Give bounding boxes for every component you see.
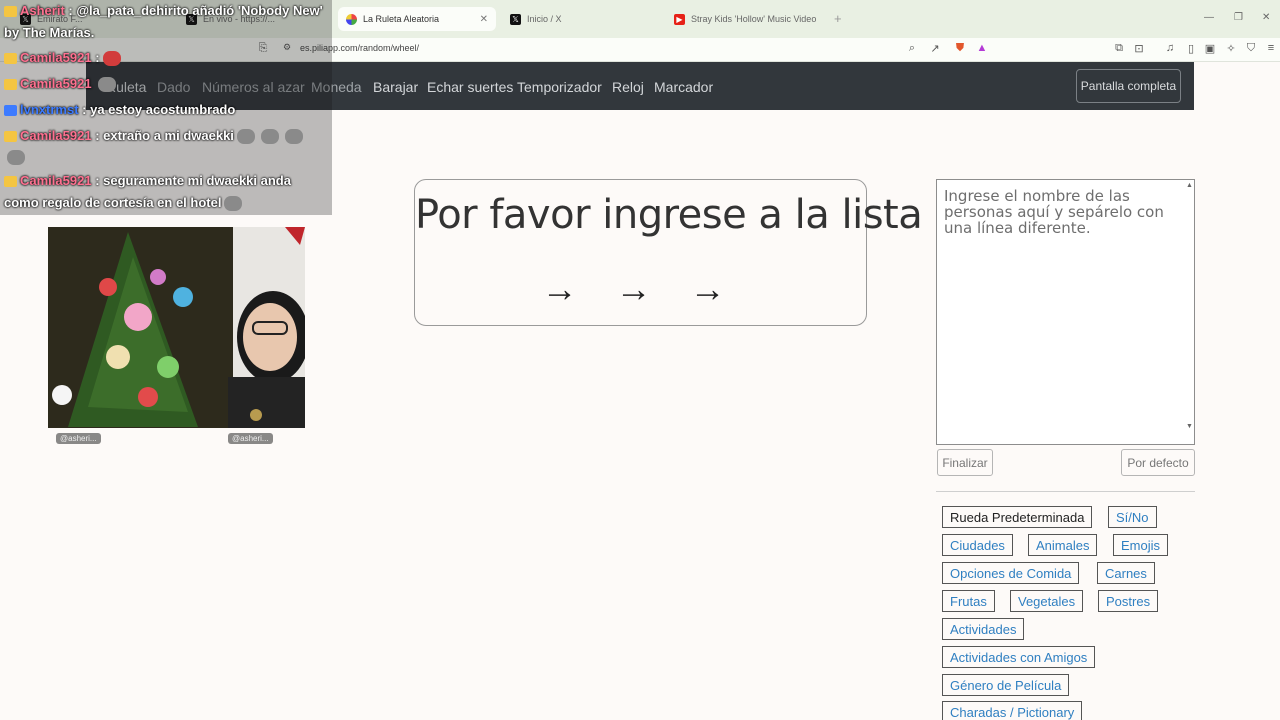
sidebar-icon[interactable]: ▯ [1184,42,1198,55]
social-tag-text: @asheri... [60,434,97,443]
preset-charades[interactable]: Charadas / Pictionary [942,701,1083,720]
emote-icon [102,51,121,67]
nav-marcador[interactable]: Marcador [654,79,713,95]
default-button[interactable]: Por defecto [1121,449,1195,476]
share-icon[interactable]: ↗ [928,42,942,55]
chat-text: : @la_pata_dehirito añadió 'Nobody New' [68,3,323,18]
subscriber-badge-icon [4,176,17,188]
vpn-icon[interactable]: ⛉ [1244,42,1258,55]
screenshot-icon[interactable]: ⊡ [1132,42,1146,55]
chat-message: Asherit : @la_pata_dehirito añadió 'Nobo… [4,0,323,22]
close-window-icon[interactable]: ✕ [1262,12,1270,23]
webcam-feed [48,227,305,428]
browser-tab[interactable]: ▶ Stray Kids 'Hollow' Music Video [666,7,826,31]
tab-label: La Ruleta Aleatoria [363,14,440,24]
browser-tab[interactable]: 𝕏 Inicio / X [502,7,662,31]
emote-icon [284,129,303,145]
finish-button[interactable]: Finalizar [937,449,993,476]
preset-movie-genre[interactable]: Género de Película [942,674,1070,696]
chat-message: Camila5921 : [4,47,124,69]
wheel-icon [346,13,357,25]
chat-message-cont [4,146,28,168]
preset-meats[interactable]: Carnes [1097,562,1155,584]
preset-animals[interactable]: Animales [1028,534,1098,556]
wallet-icon[interactable]: ▣ [1203,42,1217,55]
preset-yes-no[interactable]: Sí/No [1108,506,1157,528]
mod-badge-icon [4,105,17,117]
youtube-icon: ▶ [674,13,685,25]
nav-temporizador[interactable]: Temporizador [517,79,602,95]
chat-text: : [95,50,100,65]
emote-icon [224,196,243,212]
chat-username: Camila5921 [20,173,92,188]
preset-food-options[interactable]: Opciones de Comida [942,562,1080,584]
browser-tab-active[interactable]: La Ruleta Aleatoria ✕ [338,7,496,31]
extensions-icon[interactable]: ⧉ [1112,42,1126,55]
chat-username: Camila5921 [20,128,92,143]
preset-cities[interactable]: Ciudades [942,534,1013,556]
subscriber-badge-icon [4,79,17,91]
chat-message: Camila5921 : extraño a mi dwaekki [4,125,306,147]
restore-icon[interactable]: ❐ [1234,12,1243,23]
chat-text: : extraño a mi dwaekki [95,128,234,143]
chat-message-cont: como regalo de cortesía en el hotel [4,192,245,214]
subscriber-badge-icon [4,53,17,65]
tab-label: Stray Kids 'Hollow' Music Video [691,14,817,24]
prompt-title: Por favor ingrese a la lista [415,192,923,238]
social-tag: @asheri... [56,433,101,444]
chat-text: como regalo de cortesía en el hotel [4,195,222,210]
chat-username: Camila5921 [20,76,92,91]
preset-desserts[interactable]: Postres [1098,590,1159,612]
chat-text: : ya estoy acostumbrado [82,102,236,117]
chat-message-cont: by The Marías. [4,25,95,40]
preset-vegetables[interactable]: Vegetales [1010,590,1084,612]
chat-username: Camila5921 [20,50,92,65]
preset-default-wheel[interactable]: Rueda Predeterminada [942,506,1093,528]
preset-activities-friends[interactable]: Actividades con Amigos [942,646,1096,668]
nav-barajar[interactable]: Barajar [373,79,418,95]
chat-message: Camila5921 [4,73,119,95]
divider [936,491,1195,492]
close-tab-icon[interactable]: ✕ [480,14,488,25]
social-tag-text: @asheri... [232,434,269,443]
scroll-up-icon[interactable]: ▲ [1186,182,1193,189]
rewards-icon[interactable]: ▲ [975,42,989,54]
prompt-arrows: → → → [541,268,740,309]
chat-message: Camila5921 : seguramente mi dwaekki anda [4,170,291,192]
leo-icon[interactable]: ✧ [1224,42,1238,55]
subscriber-badge-icon [4,6,17,18]
emote-icon [236,129,255,145]
preset-emojis[interactable]: Emojis [1113,534,1169,556]
social-tag: @asheri... [228,433,273,444]
chat-text: : seguramente mi dwaekki anda [95,173,291,188]
zoom-icon[interactable]: ⌕ [905,42,919,55]
tab-label: Inicio / X [527,14,562,24]
scroll-down-icon[interactable]: ▼ [1186,423,1193,430]
brave-shield-icon[interactable]: ⛊ [953,42,967,55]
nav-reloj[interactable]: Reloj [612,79,644,95]
nav-echar-suertes[interactable]: Echar suertes [427,79,513,95]
emote-icon [260,129,279,145]
chat-message: lvnxtrmst : ya estoy acostumbrado [4,99,235,121]
chat-username: lvnxtrmst [20,102,79,117]
minimize-icon[interactable]: — [1204,12,1214,23]
preset-fruits[interactable]: Frutas [942,590,995,612]
new-tab-icon[interactable]: + [834,11,842,26]
wheel-prompt-box: Por favor ingrese a la lista → → → [414,179,923,326]
names-input[interactable] [936,179,1195,445]
preset-activities[interactable]: Actividades [942,618,1025,640]
fullscreen-button[interactable]: Pantalla completa [1076,69,1181,103]
emote-icon [7,150,25,166]
menu-icon[interactable]: ≡ [1264,42,1278,54]
music-icon[interactable]: ♫ [1163,42,1177,54]
subscriber-badge-icon [4,131,17,143]
emote-icon [98,77,117,93]
chat-username: Asherit [20,3,65,18]
x-logo-icon: 𝕏 [510,13,521,25]
webcam-image [48,227,305,428]
